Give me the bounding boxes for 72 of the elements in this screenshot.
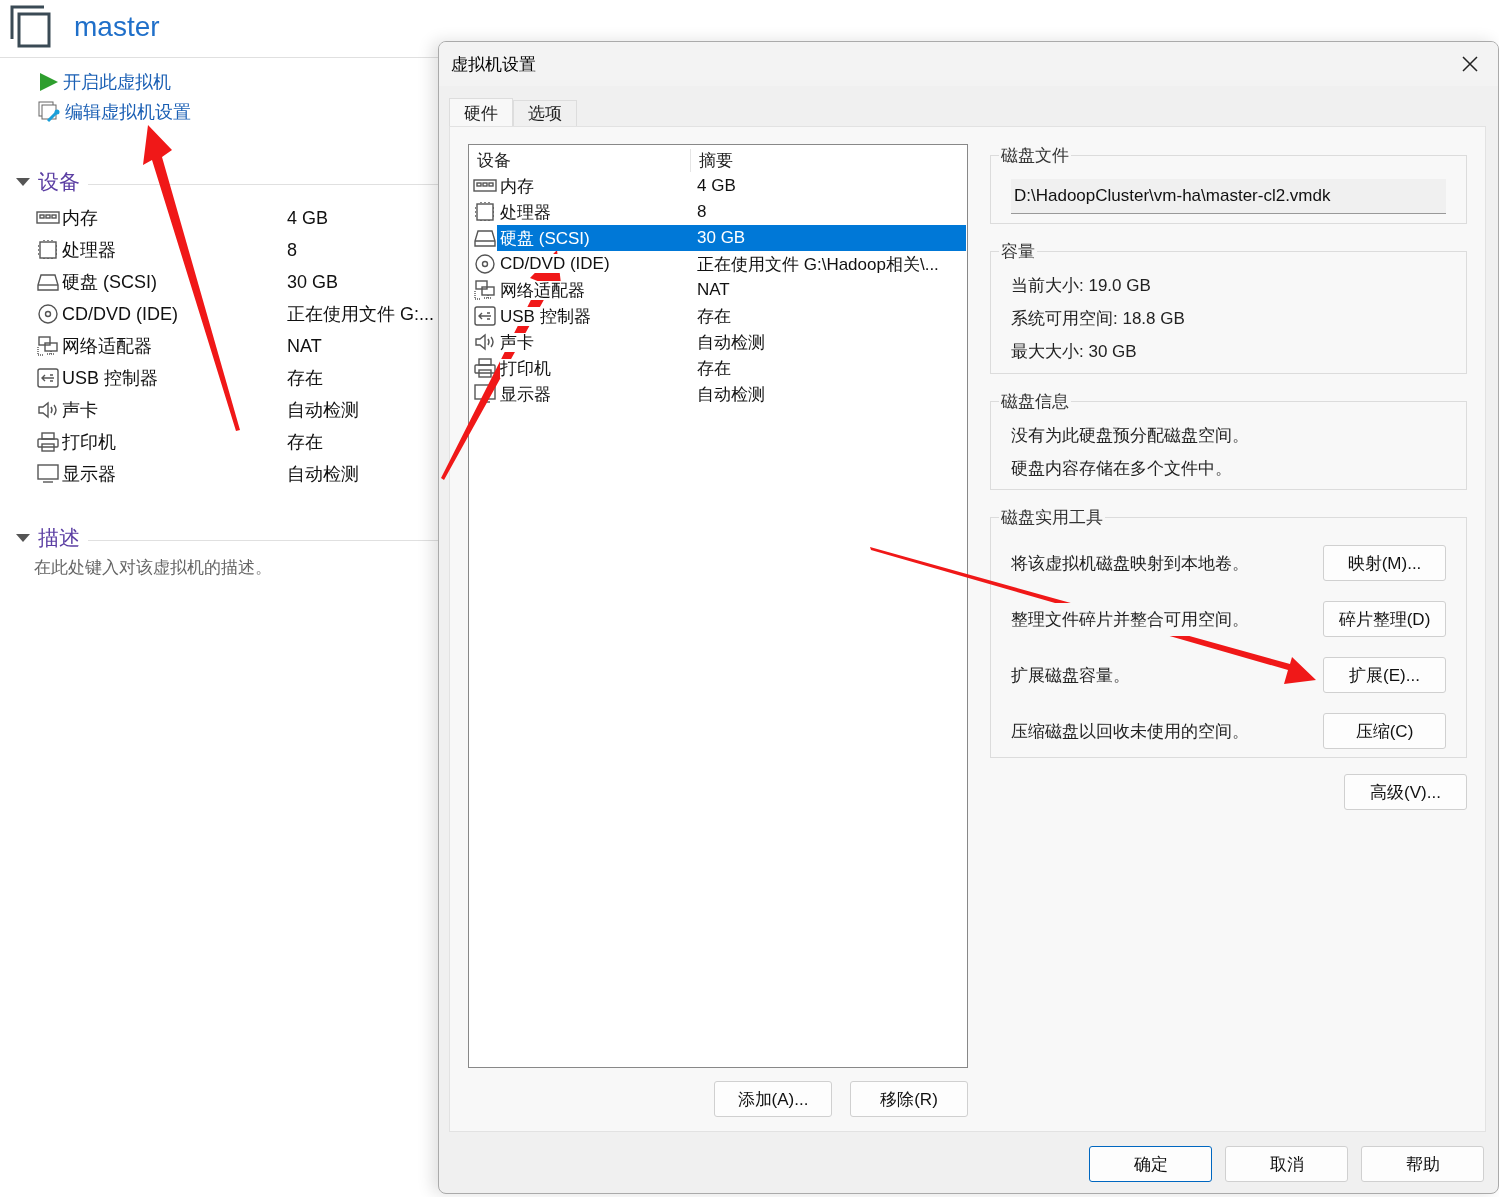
printer-icon — [473, 357, 497, 379]
edit-settings-icon — [38, 100, 62, 124]
device-row[interactable]: 硬盘 (SCSI) 30 GB — [497, 225, 966, 251]
device-value: 30 GB — [287, 271, 339, 293]
processor-icon — [473, 201, 497, 223]
dialog-button[interactable]: 取消 — [1225, 1146, 1348, 1182]
disc-icon — [36, 303, 60, 325]
usb-icon — [473, 305, 497, 327]
device-value: 正在使用文件 G:... — [287, 303, 434, 326]
device-value: 8 — [287, 239, 297, 261]
dialog-button[interactable]: 确定 — [1089, 1146, 1212, 1182]
description-field[interactable]: 在此处键入对该虚拟机的描述。 — [34, 558, 414, 578]
device-name[interactable]: 网络适配器 — [62, 334, 287, 358]
utility-button[interactable]: 扩展(E)... — [1323, 657, 1446, 693]
speaker-icon — [36, 399, 60, 421]
utility-button[interactable]: 碎片整理(D) — [1323, 601, 1446, 637]
action-link[interactable]: 开启此虚拟机 — [63, 70, 171, 94]
utility-button[interactable]: 压缩(C) — [1323, 713, 1446, 749]
device-value: 自动检测 — [287, 399, 359, 422]
list-button[interactable]: 移除(R) — [850, 1081, 968, 1117]
play-icon — [38, 71, 60, 93]
usb-icon — [36, 367, 60, 389]
vm-name: master — [74, 10, 160, 43]
device-row[interactable]: 显示器 自动检测 — [497, 381, 966, 407]
column-header[interactable]: 设备 — [469, 148, 691, 172]
device-name[interactable]: 处理器 — [62, 238, 287, 262]
speaker-icon — [473, 331, 497, 353]
close-icon[interactable] — [1461, 55, 1479, 73]
network-icon — [36, 335, 60, 357]
device-row[interactable]: 处理器 8 — [497, 199, 966, 225]
group-title: 磁盘实用工具 — [1000, 507, 1104, 529]
dialog-title: 虚拟机设置 — [451, 53, 536, 76]
group-title: 磁盘信息 — [1000, 391, 1070, 413]
vm-icon — [10, 4, 52, 49]
device-name[interactable]: 内存 — [62, 206, 287, 230]
processor-icon — [36, 239, 60, 261]
device-name[interactable]: 硬盘 (SCSI) — [62, 270, 287, 294]
column-header[interactable]: 摘要 — [691, 148, 967, 172]
device-value: 自动检测 — [287, 463, 359, 486]
dialog-button[interactable]: 帮助 — [1361, 1146, 1484, 1182]
path-field[interactable]: D:\HadoopCluster\vm-ha\master-cl2.vmdk — [1011, 179, 1446, 214]
monitor-icon — [36, 463, 60, 485]
device-row[interactable]: CD/DVD (IDE) 正在使用文件 G:\Hadoop相关\... — [497, 251, 966, 277]
device-row[interactable]: 内存 4 GB — [497, 173, 966, 199]
tab[interactable]: 硬件 — [449, 98, 513, 127]
disc-icon — [473, 253, 497, 275]
device-value: 存在 — [287, 431, 323, 454]
network-icon — [473, 279, 497, 301]
device-value: 存在 — [287, 367, 323, 390]
group-title: 磁盘文件 — [1000, 145, 1070, 167]
device-value: 4 GB — [287, 207, 329, 229]
printer-icon — [36, 431, 60, 453]
action-link[interactable]: 编辑虚拟机设置 — [65, 100, 191, 124]
device-row[interactable]: 打印机 存在 — [497, 355, 966, 381]
utility-button[interactable]: 映射(M)... — [1323, 545, 1446, 581]
device-value: NAT — [287, 335, 322, 357]
device-name[interactable]: CD/DVD (IDE) — [62, 303, 287, 325]
collapse-icon[interactable] — [16, 533, 30, 543]
device-name[interactable]: 打印机 — [62, 430, 287, 454]
device-name[interactable]: USB 控制器 — [62, 366, 287, 390]
section-title: 设备 — [38, 169, 80, 195]
collapse-icon[interactable] — [16, 177, 30, 187]
group-title: 容量 — [1000, 241, 1036, 263]
device-name[interactable]: 声卡 — [62, 398, 287, 422]
advanced-button[interactable]: 高级(V)... — [1344, 774, 1467, 810]
device-row[interactable]: USB 控制器 存在 — [497, 303, 966, 329]
list-button[interactable]: 添加(A)... — [714, 1081, 832, 1117]
device-row[interactable]: 声卡 自动检测 — [497, 329, 966, 355]
tab[interactable]: 选项 — [513, 100, 577, 127]
device-name[interactable]: 显示器 — [62, 462, 287, 486]
section-title: 描述 — [38, 525, 80, 551]
device-row[interactable]: 网络适配器 NAT — [497, 277, 966, 303]
